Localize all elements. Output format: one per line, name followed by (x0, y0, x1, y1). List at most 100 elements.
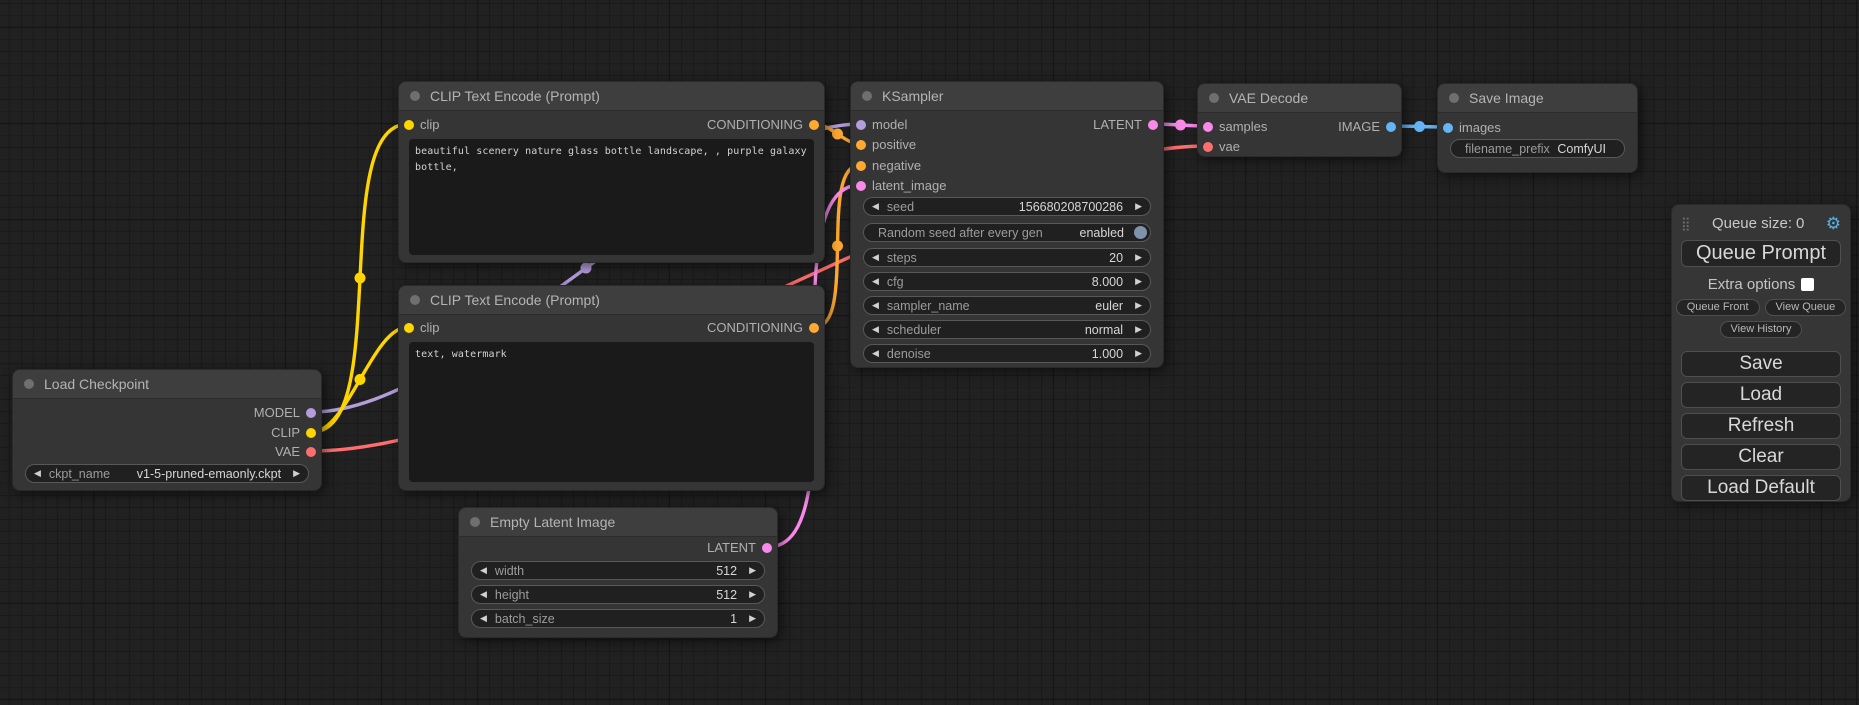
collapse-dot-icon[interactable] (862, 91, 872, 101)
decrement-arrow-icon[interactable]: ◀ (472, 586, 495, 603)
decrement-arrow-icon[interactable]: ◀ (864, 297, 887, 314)
node-save-image[interactable]: Save Imageimagesfilename_prefixComfyUI (1437, 83, 1638, 173)
increment-arrow-icon[interactable]: ▶ (285, 465, 308, 482)
collapse-dot-icon[interactable] (410, 91, 420, 101)
extra-options-checkbox[interactable] (1801, 278, 1814, 291)
increment-arrow-icon[interactable]: ▶ (1127, 321, 1150, 338)
batch_size-widget[interactable]: ◀batch_size1▶ (471, 609, 765, 628)
MODEL-output-port[interactable] (306, 408, 316, 418)
output-slot-label: LATENT (707, 540, 756, 556)
settings-gear-icon[interactable]: ⚙ (1826, 215, 1841, 232)
toggle-knob-icon[interactable] (1134, 226, 1147, 239)
queue-size-count: 0 (1796, 215, 1804, 232)
decrement-arrow-icon[interactable]: ◀ (864, 345, 887, 362)
decrement-arrow-icon[interactable]: ◀ (472, 562, 495, 579)
node-load-checkpoint[interactable]: Load CheckpointMODELCLIPVAE◀ckpt_namev1-… (12, 369, 322, 491)
latent_image-input-port[interactable] (856, 181, 866, 191)
extra-options-label: Extra options (1708, 276, 1796, 293)
samples-input-port[interactable] (1203, 122, 1213, 132)
negative-input-port[interactable] (856, 161, 866, 171)
collapse-dot-icon[interactable] (470, 517, 480, 527)
CONDITIONING-output-port[interactable] (809, 323, 819, 333)
node-title-text: CLIP Text Encode (Prompt) (430, 88, 600, 104)
decrement-arrow-icon[interactable]: ◀ (472, 610, 495, 627)
increment-arrow-icon[interactable]: ▶ (1127, 297, 1150, 314)
LATENT-output-port[interactable] (1148, 120, 1158, 130)
increment-arrow-icon[interactable]: ▶ (1127, 198, 1150, 215)
decrement-arrow-icon[interactable]: ◀ (864, 273, 887, 290)
refresh-button[interactable]: Refresh (1681, 413, 1841, 439)
denoise-widget[interactable]: ◀denoise1.000▶ (863, 344, 1151, 363)
collapse-dot-icon[interactable] (24, 379, 34, 389)
queue-size-label: Queue size:0 (1691, 215, 1826, 232)
VAE-output-port[interactable] (306, 447, 316, 457)
node-title-bar[interactable]: CLIP Text Encode (Prompt) (399, 82, 824, 111)
images-input-port[interactable] (1443, 123, 1453, 133)
input-slot-label: clip (420, 320, 440, 336)
prompt-textarea[interactable]: text, watermark (409, 342, 814, 482)
clip-input-port[interactable] (404, 120, 414, 130)
node-title-bar[interactable]: CLIP Text Encode (Prompt) (399, 286, 824, 315)
increment-arrow-icon[interactable]: ▶ (1127, 345, 1150, 362)
save-button[interactable]: Save (1681, 351, 1841, 377)
LATENT-output-port[interactable] (762, 543, 772, 553)
node-title-bar[interactable]: KSampler (851, 82, 1163, 111)
prompt-textarea[interactable]: beautiful scenery nature glass bottle la… (409, 139, 814, 255)
node-title-bar[interactable]: Empty Latent Image (459, 508, 777, 537)
decrement-arrow-icon[interactable]: ◀ (864, 249, 887, 266)
load-default-button[interactable]: Load Default (1681, 475, 1841, 501)
widget-value: 512 (716, 564, 737, 578)
queue-front-button[interactable]: Queue Front (1676, 299, 1760, 316)
link-midpoint-dot (581, 263, 592, 274)
seed-widget[interactable]: ◀seed156680208700286▶ (863, 197, 1151, 216)
panel-drag-handle-icon[interactable]: ⣿ (1681, 217, 1691, 230)
clear-button[interactable]: Clear (1681, 444, 1841, 470)
node-title-bar[interactable]: Save Image (1438, 84, 1637, 113)
widget-label: cfg (887, 275, 904, 289)
steps-widget[interactable]: ◀steps20▶ (863, 248, 1151, 267)
increment-arrow-icon[interactable]: ▶ (1127, 273, 1150, 290)
collapse-dot-icon[interactable] (410, 295, 420, 305)
increment-arrow-icon[interactable]: ▶ (1127, 249, 1150, 266)
Random seed after every gen-widget[interactable]: Random seed after every genenabled (863, 223, 1151, 242)
view-queue-button[interactable]: View Queue (1765, 299, 1847, 316)
view-history-button[interactable]: View History (1720, 321, 1803, 338)
scheduler-widget[interactable]: ◀schedulernormal▶ (863, 320, 1151, 339)
filename_prefix-widget[interactable]: filename_prefixComfyUI (1450, 139, 1625, 158)
decrement-arrow-icon[interactable]: ◀ (26, 465, 49, 482)
collapse-dot-icon[interactable] (1209, 93, 1219, 103)
vae-input-port[interactable] (1203, 142, 1213, 152)
CONDITIONING-output-port[interactable] (809, 120, 819, 130)
increment-arrow-icon[interactable]: ▶ (741, 610, 764, 627)
node-ksampler[interactable]: KSamplermodelpositivenegativelatent_imag… (850, 81, 1164, 368)
decrement-arrow-icon[interactable]: ◀ (864, 321, 887, 338)
node-vae-decode[interactable]: VAE DecodesamplesvaeIMAGE (1197, 83, 1402, 157)
node-clip-text-encode-negative[interactable]: CLIP Text Encode (Prompt)clipCONDITIONIN… (398, 285, 825, 491)
clip-input-port[interactable] (404, 323, 414, 333)
widget-label: batch_size (495, 612, 555, 626)
decrement-arrow-icon[interactable]: ◀ (864, 198, 887, 215)
queue-prompt-button[interactable]: Queue Prompt (1681, 240, 1841, 267)
ckpt_name-widget[interactable]: ◀ckpt_namev1-5-pruned-emaonly.ckpt▶ (25, 464, 309, 483)
node-clip-text-encode-positive[interactable]: CLIP Text Encode (Prompt)clipCONDITIONIN… (398, 81, 825, 263)
CLIP-output-port[interactable] (306, 428, 316, 438)
node-title-bar[interactable]: Load Checkpoint (13, 370, 321, 399)
widget-value: 8.000 (1092, 275, 1123, 289)
positive-input-port[interactable] (856, 140, 866, 150)
widget-label: width (495, 564, 524, 578)
increment-arrow-icon[interactable]: ▶ (741, 586, 764, 603)
collapse-dot-icon[interactable] (1449, 93, 1459, 103)
width-widget[interactable]: ◀width 512 ▶ (471, 561, 765, 580)
load-button[interactable]: Load (1681, 382, 1841, 408)
sampler_name-widget[interactable]: ◀sampler_nameeuler▶ (863, 296, 1151, 315)
model-input-port[interactable] (856, 120, 866, 130)
cfg-widget[interactable]: ◀cfg 8.000 ▶ (863, 272, 1151, 291)
IMAGE-output-port[interactable] (1386, 122, 1396, 132)
node-empty-latent-image[interactable]: Empty Latent ImageLATENT◀width512▶◀heigh… (458, 507, 778, 638)
height-widget[interactable]: ◀height512▶ (471, 585, 765, 604)
input-slot-label: negative (872, 158, 921, 174)
node-title-text: Load Checkpoint (44, 376, 149, 392)
increment-arrow-icon[interactable]: ▶ (741, 562, 764, 579)
output-slot-label: VAE (275, 444, 300, 460)
node-title-bar[interactable]: VAE Decode (1198, 84, 1401, 113)
